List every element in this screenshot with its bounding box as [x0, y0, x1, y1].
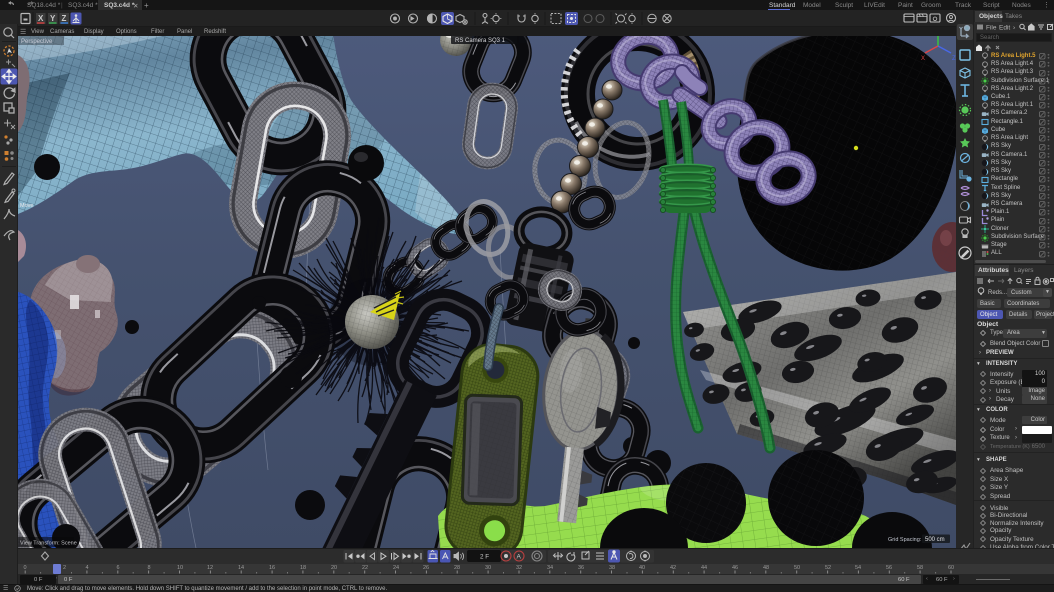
svg-text:RS Camera SQ3 1: RS Camera SQ3 1: [455, 38, 506, 44]
svg-text:X: X: [921, 56, 925, 62]
svg-text:2 F: 2 F: [480, 554, 489, 561]
svg-text:Move: Move: [20, 203, 33, 209]
svg-text:View Transform: Scene: View Transform: Scene: [20, 541, 77, 547]
svg-text:Y: Y: [50, 14, 56, 23]
svg-text:›: ›: [1013, 25, 1015, 32]
svg-text:A: A: [517, 554, 522, 561]
svg-text:Perspective: Perspective: [21, 39, 53, 45]
svg-text:Edit: Edit: [999, 25, 1010, 32]
svg-text:X: X: [38, 14, 44, 23]
svg-text:Grid Spacing:: Grid Spacing:: [888, 537, 922, 543]
svg-text:Z: Z: [62, 14, 67, 23]
svg-text:File: File: [986, 25, 997, 32]
svg-text:500 cm: 500 cm: [925, 537, 945, 543]
